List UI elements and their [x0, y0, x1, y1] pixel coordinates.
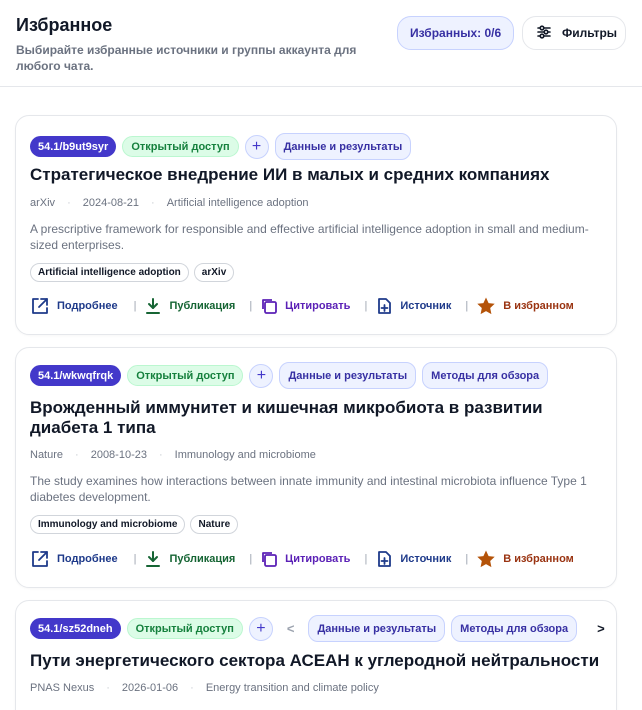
tag-chip[interactable]: Nature: [190, 515, 239, 534]
details-button[interactable]: Подробнее: [30, 296, 118, 316]
source-id-badge[interactable]: 54.1/sz52dneh: [30, 618, 121, 639]
source-button[interactable]: Источник: [375, 297, 451, 315]
card-chips: 54.1/b9ut9syr Открытый доступ + Данные и…: [30, 133, 412, 160]
external-link-icon: [30, 296, 50, 316]
cite-button[interactable]: Цитировать: [260, 297, 350, 315]
card-title[interactable]: Врожденный иммунитет и кишечная микробио…: [30, 398, 602, 438]
download-icon: [144, 550, 162, 568]
meta-topic: Immunology and microbiome: [174, 449, 316, 461]
meta-source: Nature: [30, 449, 64, 461]
meta-topic: Artificial intelligence adoption: [166, 197, 309, 209]
add-to-group-button[interactable]: +: [244, 134, 269, 159]
favorite-button[interactable]: В избранном: [476, 296, 574, 316]
meta-date: 2024-08-21: [82, 197, 140, 209]
page-subtitle: Выбирайте избранные источники и группы а…: [16, 43, 357, 73]
groups-next-button[interactable]: >: [583, 621, 613, 636]
publication-button[interactable]: Публикация: [144, 297, 235, 315]
filters-label: Фильтры: [562, 26, 618, 40]
tag-chip[interactable]: arXiv: [193, 263, 235, 282]
star-icon: [476, 549, 496, 569]
card-title[interactable]: Стратегическое внедрение ИИ в малых и ср…: [30, 165, 602, 185]
star-icon: [476, 296, 496, 316]
publication-button[interactable]: Публикация: [144, 550, 235, 568]
open-access-badge: Открытый доступ: [122, 136, 239, 157]
tag-chip[interactable]: Artificial intelligence adoption: [30, 263, 189, 282]
groups-prev-button[interactable]: <: [279, 621, 303, 636]
group-chip[interactable]: Данные и результаты: [279, 362, 417, 389]
source-id-badge[interactable]: 54.1/wkwqfrqk: [30, 365, 122, 386]
page-title: Избранное: [16, 15, 113, 35]
card-chips: 54.1/wkwqfrqk Открытый доступ + Данные и…: [30, 362, 549, 389]
sliders-icon: [536, 24, 552, 43]
meta-date: 2008-10-23: [90, 449, 147, 461]
external-link-icon: [30, 549, 50, 569]
open-access-badge: Открытый доступ: [126, 618, 243, 639]
add-to-group-button[interactable]: +: [248, 616, 273, 641]
source-id-badge[interactable]: 54.1/b9ut9syr: [30, 136, 117, 157]
group-chip[interactable]: Методы для обзора: [451, 615, 578, 642]
open-access-badge: Открытый доступ: [127, 365, 244, 386]
group-chip[interactable]: Методы для обзора: [422, 362, 549, 389]
group-chip[interactable]: Данные и результаты: [308, 615, 446, 642]
source-card: 54.1/wkwqfrqk Открытый доступ + Данные и…: [15, 347, 617, 588]
source-card: 54.1/sz52dneh Открытый доступ + < Данные…: [15, 600, 617, 710]
card-meta: Nature · 2008-10-23 · Immunology and mic…: [30, 449, 316, 461]
meta-source: PNAS Nexus: [30, 682, 95, 694]
meta-source: arXiv: [30, 197, 56, 209]
card-actions: Подробнее | Публикация | Цитировать | Ис…: [30, 296, 574, 316]
download-icon: [144, 297, 162, 315]
source-button[interactable]: Источник: [375, 550, 451, 568]
meta-topic: Energy transition and climate policy: [205, 682, 379, 694]
tag-chip[interactable]: Immunology and microbiome: [30, 515, 186, 534]
card-meta: arXiv · 2024-08-21 · Artificial intellig…: [30, 197, 309, 209]
page-header: Избранное Выбирайте избранные источники …: [0, 0, 642, 87]
card-actions: Подробнее | Публикация | Цитировать | Ис…: [30, 549, 574, 569]
meta-date: 2026-01-06: [121, 682, 179, 694]
source-card: 54.1/b9ut9syr Открытый доступ + Данные и…: [15, 115, 617, 335]
card-description: The study examines how interactions betw…: [30, 474, 587, 504]
card-meta: PNAS Nexus · 2026-01-06 · Energy transit…: [30, 682, 379, 694]
card-tags: Artificial intelligence adoption arXiv: [30, 263, 235, 282]
card-tags: Immunology and microbiome Nature: [30, 515, 239, 534]
details-button[interactable]: Подробнее: [30, 549, 118, 569]
card-description: A prescriptive framework for responsible…: [30, 222, 589, 252]
file-plus-icon: [375, 297, 393, 315]
add-to-group-button[interactable]: +: [249, 363, 274, 388]
favorites-count-button[interactable]: Избранных: 0/6: [397, 16, 515, 50]
group-chip[interactable]: Данные и результаты: [274, 133, 412, 160]
copy-icon: [260, 550, 278, 568]
file-plus-icon: [375, 550, 393, 568]
copy-icon: [260, 297, 278, 315]
cite-button[interactable]: Цитировать: [260, 550, 350, 568]
filters-button[interactable]: Фильтры: [522, 16, 626, 50]
favorite-button[interactable]: В избранном: [476, 549, 574, 569]
card-title[interactable]: Пути энергетического сектора АСЕАН к угл…: [30, 651, 602, 671]
card-chips: 54.1/sz52dneh Открытый доступ + < Данные…: [30, 615, 613, 642]
